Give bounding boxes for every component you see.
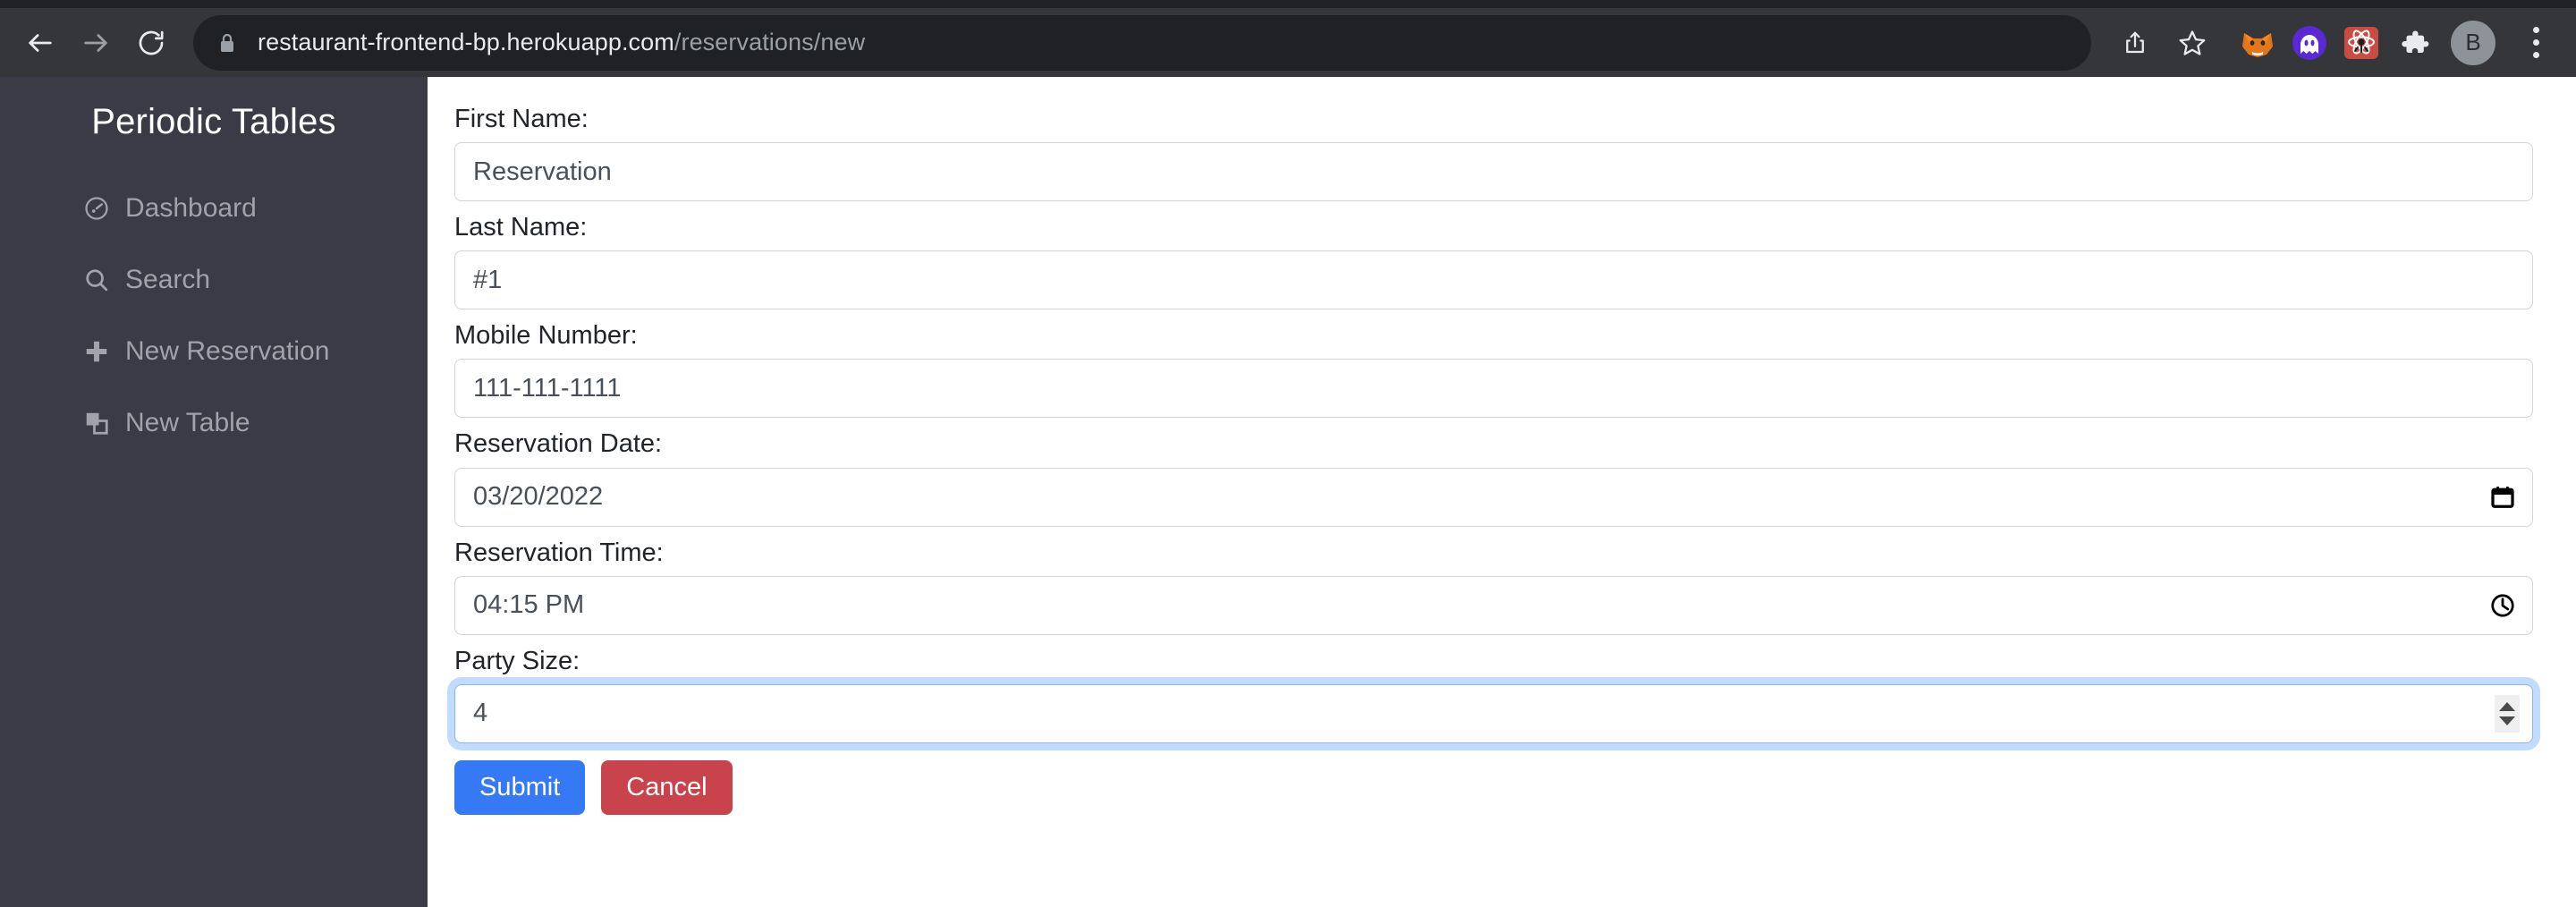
sidebar: Periodic Tables Dashboard Search New Res… [0, 77, 428, 907]
ghost-extension-icon[interactable] [2290, 23, 2329, 63]
field-group-reservation-date: Reservation Date: 03/20/2022 [454, 418, 2533, 527]
field-group-last-name: Last Name: #1 [454, 201, 2533, 310]
browser-chrome: restaurant-frontend-bp.herokuapp.com/res… [0, 0, 2576, 77]
field-group-mobile-number: Mobile Number: 111-111-1111 [454, 309, 2533, 419]
search-icon [82, 266, 111, 294]
field-group-reservation-time: Reservation Time: 04:15 PM [454, 527, 2533, 635]
profile-avatar[interactable]: B [2451, 20, 2496, 65]
clock-icon[interactable] [2489, 592, 2516, 619]
url-text: restaurant-frontend-bp.herokuapp.com/res… [258, 29, 866, 55]
browser-toolbar: restaurant-frontend-bp.herokuapp.com/res… [0, 8, 2576, 77]
form-actions: Submit Cancel [454, 743, 2533, 815]
party-size-value: 4 [473, 699, 488, 728]
back-button[interactable] [13, 15, 68, 71]
sidebar-item-new-table[interactable]: New Table [82, 387, 428, 459]
reservation-time-input[interactable]: 04:15 PM [454, 575, 2533, 635]
dashboard-icon [82, 194, 111, 223]
submit-button[interactable]: Submit [454, 759, 586, 815]
number-spinner[interactable] [2495, 694, 2520, 733]
chrome-menu-icon[interactable] [2515, 20, 2556, 66]
field-group-party-size: Party Size: 4 [454, 635, 2533, 743]
spinner-up-icon[interactable] [2499, 701, 2515, 711]
reload-button[interactable] [123, 15, 179, 71]
party-size-label: Party Size: [454, 646, 580, 675]
mobile-number-input[interactable]: 111-111-1111 [454, 359, 2533, 419]
last-name-label: Last Name: [454, 213, 588, 242]
sidebar-item-new-reservation[interactable]: New Reservation [82, 316, 428, 387]
sidebar-item-label: Search [125, 265, 211, 294]
puzzle-extensions-icon[interactable] [2394, 23, 2433, 63]
reservation-date-label: Reservation Date: [454, 429, 663, 459]
forward-button[interactable] [68, 15, 123, 71]
share-icon[interactable] [2109, 17, 2161, 69]
tab-strip-edge [0, 0, 2576, 8]
address-bar[interactable]: restaurant-frontend-bp.herokuapp.com/res… [193, 14, 2091, 71]
sidebar-item-label: New Table [125, 408, 250, 437]
reservation-form: First Name: Reservation Last Name: #1 Mo… [428, 77, 2576, 907]
sidebar-nav: Dashboard Search New Reservation New Tab… [0, 173, 428, 459]
cancel-button[interactable]: Cancel [601, 759, 733, 815]
sidebar-item-label: New Reservation [125, 336, 330, 366]
react-devtools-extension-icon[interactable] [2342, 23, 2381, 63]
plus-icon [82, 337, 111, 366]
reservation-date-input[interactable]: 03/20/2022 [454, 467, 2533, 527]
extensions-area: B [2238, 20, 2556, 66]
spinner-down-icon[interactable] [2499, 716, 2515, 725]
sidebar-title: Periodic Tables [91, 102, 336, 141]
profile-initial: B [2465, 29, 2481, 55]
first-name-value: Reservation [473, 157, 612, 186]
mobile-number-label: Mobile Number: [454, 321, 638, 351]
sidebar-item-dashboard[interactable]: Dashboard [82, 173, 428, 244]
party-size-input[interactable]: 4 [454, 683, 2533, 743]
metamask-extension-icon[interactable] [2238, 23, 2277, 63]
layers-icon [82, 409, 111, 437]
reservation-date-value: 03/20/2022 [473, 482, 604, 512]
lock-icon [216, 31, 238, 55]
reservation-time-value: 04:15 PM [473, 590, 585, 620]
omnibox-actions [2109, 17, 2218, 69]
sidebar-item-label: Dashboard [125, 193, 257, 223]
calendar-icon[interactable] [2489, 484, 2516, 511]
mobile-number-value: 111-111-1111 [473, 373, 622, 403]
first-name-label: First Name: [454, 105, 589, 133]
last-name-value: #1 [473, 265, 503, 294]
page-body: Periodic Tables Dashboard Search New Res… [0, 77, 2576, 907]
first-name-input[interactable]: Reservation [454, 142, 2533, 202]
bookmark-star-icon[interactable] [2166, 17, 2218, 69]
field-group-first-name: First Name: Reservation [454, 93, 2533, 202]
reservation-time-label: Reservation Time: [454, 538, 664, 567]
last-name-input[interactable]: #1 [454, 250, 2533, 310]
sidebar-item-search[interactable]: Search [82, 244, 428, 316]
